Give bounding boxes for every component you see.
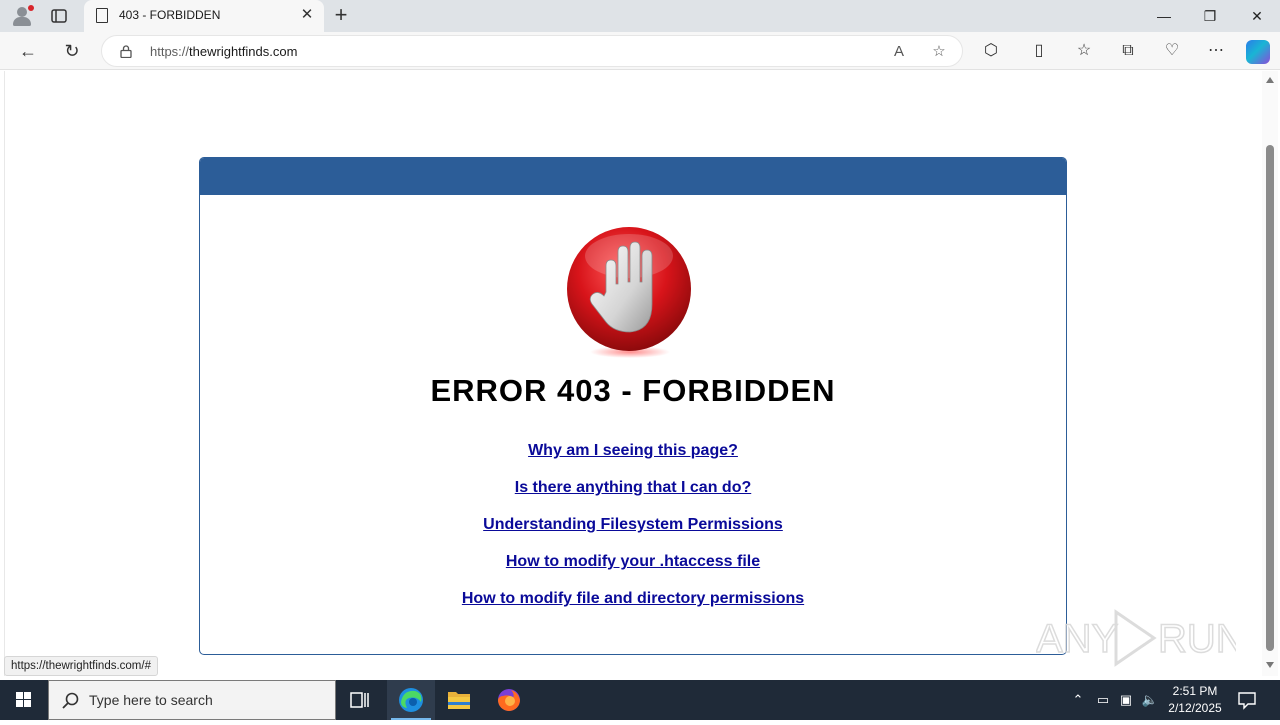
card-header-bar [200, 158, 1066, 195]
clock-date: 2/12/2025 [1168, 701, 1222, 715]
windows-taskbar: Type here to search ⌃ ▭ ▣ 🔈 2:51 PM 2/12… [0, 680, 1280, 720]
scroll-thumb[interactable] [1266, 145, 1274, 651]
tab-title: 403 - FORBIDDEN [119, 8, 221, 22]
error-card: ERROR 403 - FORBIDDEN Why am I seeing th… [199, 157, 1067, 655]
browser-essentials-icon[interactable]: ♡ [1160, 39, 1184, 63]
tab-strip: 403 - FORBIDDEN ✕ + — ❐ ✕ [0, 0, 1280, 32]
navigation-bar: ← ↻ https://thewrightfinds.com A ☆ ⬡ ▯ ☆… [0, 32, 1280, 70]
system-clock[interactable]: 2:51 PM 2/12/2025 [1162, 683, 1228, 717]
firefox-icon[interactable] [485, 680, 533, 720]
svg-text:RUN: RUN [1158, 617, 1236, 661]
task-view-icon[interactable] [336, 680, 384, 720]
page-title: ERROR 403 - FORBIDDEN [430, 373, 836, 408]
clock-time: 2:51 PM [1172, 684, 1218, 698]
address-bar[interactable]: https://thewrightfinds.com A ☆ [101, 35, 963, 67]
usb-device-icon[interactable]: ▭ [1093, 690, 1113, 710]
link-filesystem-permissions[interactable]: Understanding Filesystem Permissions [200, 516, 1066, 553]
split-screen-icon[interactable]: ▯ [1027, 39, 1051, 63]
windows-start-icon[interactable] [0, 680, 48, 720]
notification-center-icon[interactable] [1236, 689, 1258, 711]
active-tab[interactable]: 403 - FORBIDDEN ✕ [84, 0, 324, 32]
taskbar-search-box[interactable]: Type here to search [48, 680, 336, 720]
restore-icon[interactable]: ❐ [1187, 0, 1233, 32]
status-url-tooltip: https://thewrightfinds.com/# [4, 656, 158, 676]
read-aloud-icon[interactable]: A [888, 41, 910, 63]
file-explorer-icon[interactable] [435, 680, 483, 720]
link-anything-i-can-do[interactable]: Is there anything that I can do? [200, 479, 1066, 516]
new-tab-icon[interactable]: + [330, 4, 352, 26]
link-modify-htaccess[interactable]: How to modify your .htaccess file [200, 553, 1066, 590]
favorites-icon[interactable]: ☆ [1072, 39, 1096, 63]
search-icon [62, 692, 79, 709]
network-icon[interactable]: ▣ [1116, 690, 1136, 710]
anyrun-watermark-logo: ANY RUN [1036, 609, 1236, 667]
scroll-up-icon[interactable] [1266, 77, 1274, 83]
scroll-down-icon[interactable] [1266, 662, 1274, 668]
page-scrollbar[interactable] [1262, 71, 1278, 676]
refresh-icon[interactable]: ↻ [60, 39, 84, 63]
copilot-icon[interactable] [1246, 40, 1270, 64]
lock-icon[interactable] [120, 45, 132, 58]
edge-browser-icon[interactable] [387, 680, 435, 720]
tab-close-icon[interactable]: ✕ [298, 6, 316, 24]
help-links: Why am I seeing this page? Is there anyt… [200, 442, 1066, 627]
url-text[interactable]: https://thewrightfinds.com [150, 44, 297, 59]
stop-hand-icon [567, 227, 691, 358]
settings-more-icon[interactable]: ⋯ [1204, 39, 1228, 63]
search-placeholder: Type here to search [89, 692, 213, 708]
show-hidden-icons[interactable]: ⌃ [1068, 690, 1088, 710]
back-icon[interactable]: ← [16, 39, 40, 63]
minimize-icon[interactable]: — [1141, 0, 1187, 32]
tab-actions-icon[interactable] [50, 7, 68, 25]
page-icon [96, 8, 108, 23]
svg-text:ANY: ANY [1036, 617, 1118, 661]
link-modify-file-permissions[interactable]: How to modify file and directory permiss… [200, 590, 1066, 627]
collections-icon[interactable]: ⧉ [1116, 39, 1140, 63]
close-window-icon[interactable]: ✕ [1234, 0, 1280, 32]
volume-icon[interactable]: 🔈 [1140, 690, 1160, 710]
profile-avatar-icon[interactable] [10, 5, 34, 27]
link-why-seeing-page[interactable]: Why am I seeing this page? [200, 442, 1066, 479]
favorite-star-icon[interactable]: ☆ [928, 41, 950, 63]
extensions-icon[interactable]: ⬡ [979, 39, 1003, 63]
